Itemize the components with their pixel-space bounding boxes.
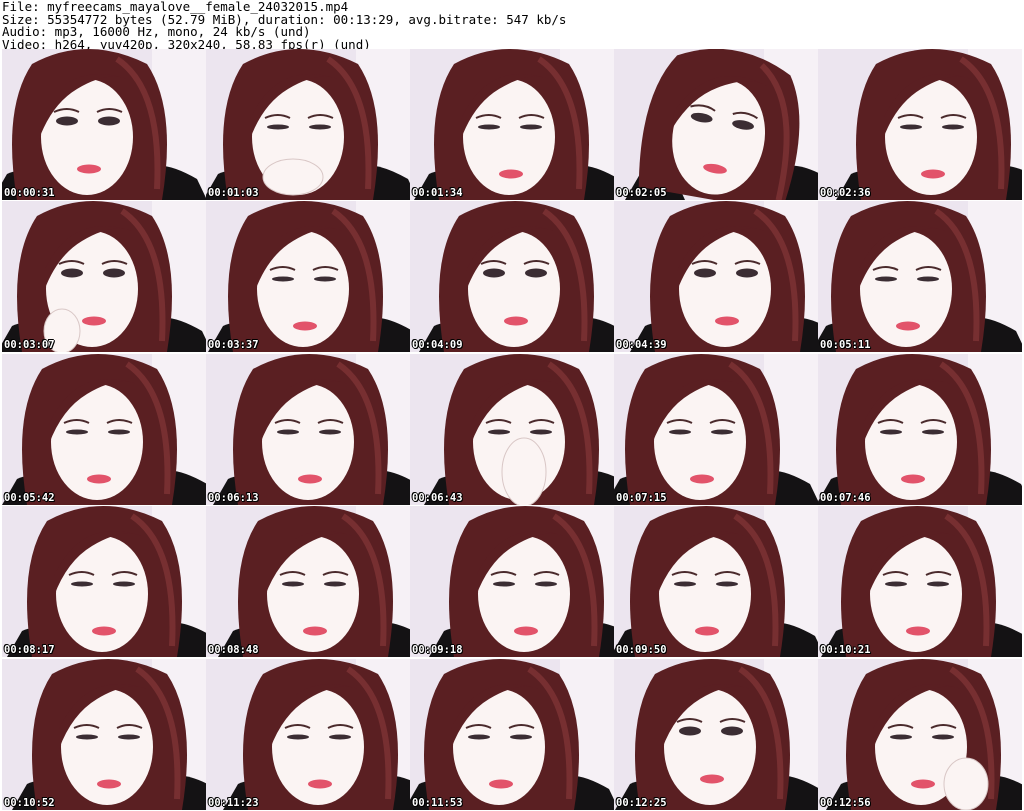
- thumbnail-frame: 00:02:05: [614, 49, 818, 200]
- thumbnail-image: [614, 201, 818, 352]
- thumbnail-timestamp: 00:12:56: [820, 797, 871, 809]
- thumbnail-timestamp: 00:11:53: [412, 797, 463, 809]
- thumbnail-timestamp: 00:05:42: [4, 492, 55, 504]
- thumbnail-frame: 00:07:15: [614, 354, 818, 505]
- thumbnail-timestamp: 00:10:21: [820, 644, 871, 656]
- thumbnail-frame: 00:09:18: [410, 506, 614, 657]
- thumbnail-frame: 00:08:17: [2, 506, 206, 657]
- thumbnail-frame: 00:03:07: [2, 201, 206, 352]
- thumbnail-image: [614, 506, 818, 657]
- thumbnail-image: [206, 201, 410, 352]
- thumbnail-grid: 00:00:31 00:01:03 00:01:34 00:02:05 00:0…: [0, 49, 1024, 811]
- thumbnail-image: [818, 201, 1022, 352]
- thumbnail-image: [614, 354, 818, 505]
- thumbnail-image: [2, 659, 206, 810]
- thumbnail-timestamp: 00:09:50: [616, 644, 667, 656]
- thumbnail-timestamp: 00:03:07: [4, 339, 55, 351]
- thumbnail-image: [206, 49, 410, 200]
- thumbnail-image: [2, 201, 206, 352]
- thumbnail-timestamp: 00:05:11: [820, 339, 871, 351]
- thumbnail-frame: 00:10:21: [818, 506, 1022, 657]
- thumbnail-image: [410, 201, 614, 352]
- thumbnail-frame: 00:12:56: [818, 659, 1022, 810]
- thumbnail-frame: 00:01:34: [410, 49, 614, 200]
- thumbnail-timestamp: 00:02:36: [820, 187, 871, 199]
- thumbnail-frame: 00:08:48: [206, 506, 410, 657]
- thumbnail-image: [818, 659, 1022, 810]
- thumbnail-image: [410, 659, 614, 810]
- thumbnail-timestamp: 00:04:39: [616, 339, 667, 351]
- thumbnail-frame: 00:11:53: [410, 659, 614, 810]
- thumbnail-frame: 00:06:13: [206, 354, 410, 505]
- thumbnail-frame: 00:07:46: [818, 354, 1022, 505]
- thumbnail-frame: 00:00:31: [2, 49, 206, 200]
- thumbnail-image: [206, 659, 410, 810]
- thumbnail-frame: 00:02:36: [818, 49, 1022, 200]
- thumbnail-timestamp: 00:07:15: [616, 492, 667, 504]
- thumbnail-image: [410, 354, 614, 505]
- thumbnail-frame: 00:04:09: [410, 201, 614, 352]
- thumbnail-image: [614, 659, 818, 810]
- thumbnail-image: [206, 354, 410, 505]
- thumbnail-frame: 00:03:37: [206, 201, 410, 352]
- thumbnail-image: [818, 506, 1022, 657]
- thumbnail-timestamp: 00:01:34: [412, 187, 463, 199]
- thumbnail-frame: 00:11:23: [206, 659, 410, 810]
- thumbnail-timestamp: 00:09:18: [412, 644, 463, 656]
- thumbnail-image: [614, 49, 818, 200]
- thumbnail-frame: 00:05:11: [818, 201, 1022, 352]
- thumbnail-timestamp: 00:06:13: [208, 492, 259, 504]
- thumbnail-timestamp: 00:10:52: [4, 797, 55, 809]
- thumbnail-frame: 00:04:39: [614, 201, 818, 352]
- thumbnail-image: [410, 506, 614, 657]
- thumbnail-frame: 00:12:25: [614, 659, 818, 810]
- thumbnail-timestamp: 00:07:46: [820, 492, 871, 504]
- thumbnail-image: [2, 354, 206, 505]
- thumbnail-image: [410, 49, 614, 200]
- thumbnail-frame: 00:01:03: [206, 49, 410, 200]
- thumbnail-timestamp: 00:08:17: [4, 644, 55, 656]
- thumbnail-timestamp: 00:02:05: [616, 187, 667, 199]
- thumbnail-image: [2, 506, 206, 657]
- thumbnail-timestamp: 00:11:23: [208, 797, 259, 809]
- thumbnail-frame: 00:06:43: [410, 354, 614, 505]
- thumbnail-image: [2, 49, 206, 200]
- thumbnail-image: [818, 354, 1022, 505]
- thumbnail-frame: 00:10:52: [2, 659, 206, 810]
- thumbnail-timestamp: 00:01:03: [208, 187, 259, 199]
- thumbnail-timestamp: 00:03:37: [208, 339, 259, 351]
- thumbnail-frame: 00:05:42: [2, 354, 206, 505]
- thumbnail-timestamp: 00:06:43: [412, 492, 463, 504]
- file-info-header: File: myfreecams_mayalove__female_240320…: [2, 0, 1020, 50]
- thumbnail-timestamp: 00:04:09: [412, 339, 463, 351]
- thumbnail-timestamp: 00:08:48: [208, 644, 259, 656]
- thumbnail-frame: 00:09:50: [614, 506, 818, 657]
- thumbnail-timestamp: 00:00:31: [4, 187, 55, 199]
- thumbnail-timestamp: 00:12:25: [616, 797, 667, 809]
- thumbnail-image: [818, 49, 1022, 200]
- thumbnail-image: [206, 506, 410, 657]
